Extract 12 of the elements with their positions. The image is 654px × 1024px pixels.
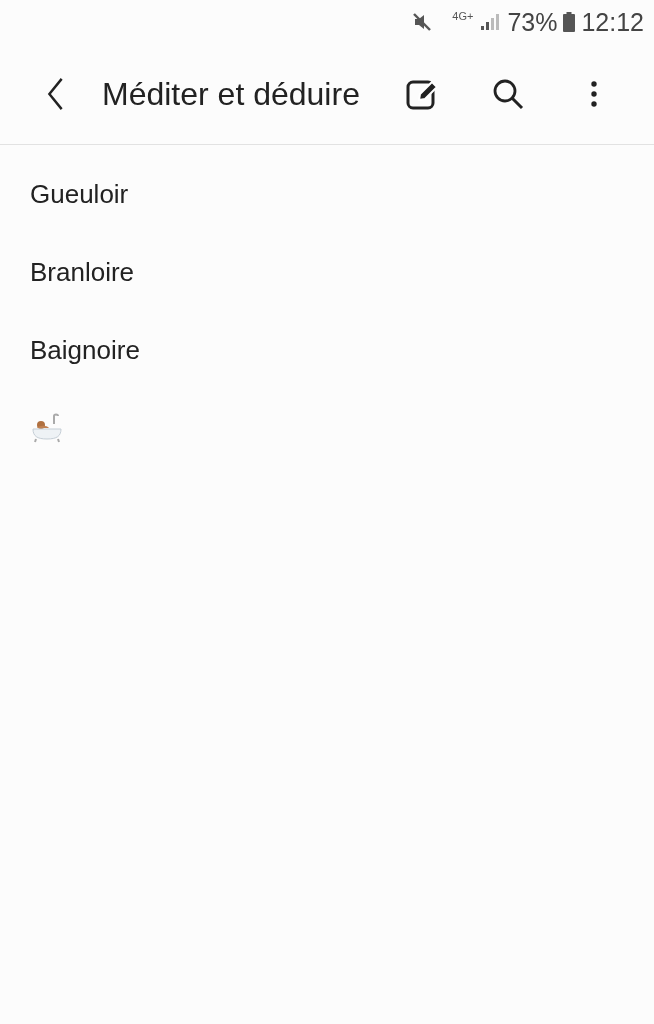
page-title: Méditer et déduire: [102, 75, 361, 113]
clock: 12:12: [581, 7, 644, 37]
bathtub-icon: [30, 412, 64, 444]
note-line: Branloire: [30, 256, 135, 288]
signal-icon: [479, 12, 502, 32]
note-line: Baignoire: [30, 334, 140, 366]
battery-icon: [563, 12, 576, 32]
mute-icon: [412, 12, 433, 32]
battery-percent: 73%: [507, 7, 558, 37]
search-icon: [491, 77, 525, 111]
network-type: 4G+: [452, 10, 474, 22]
note-line: Gueuloir: [30, 178, 129, 210]
